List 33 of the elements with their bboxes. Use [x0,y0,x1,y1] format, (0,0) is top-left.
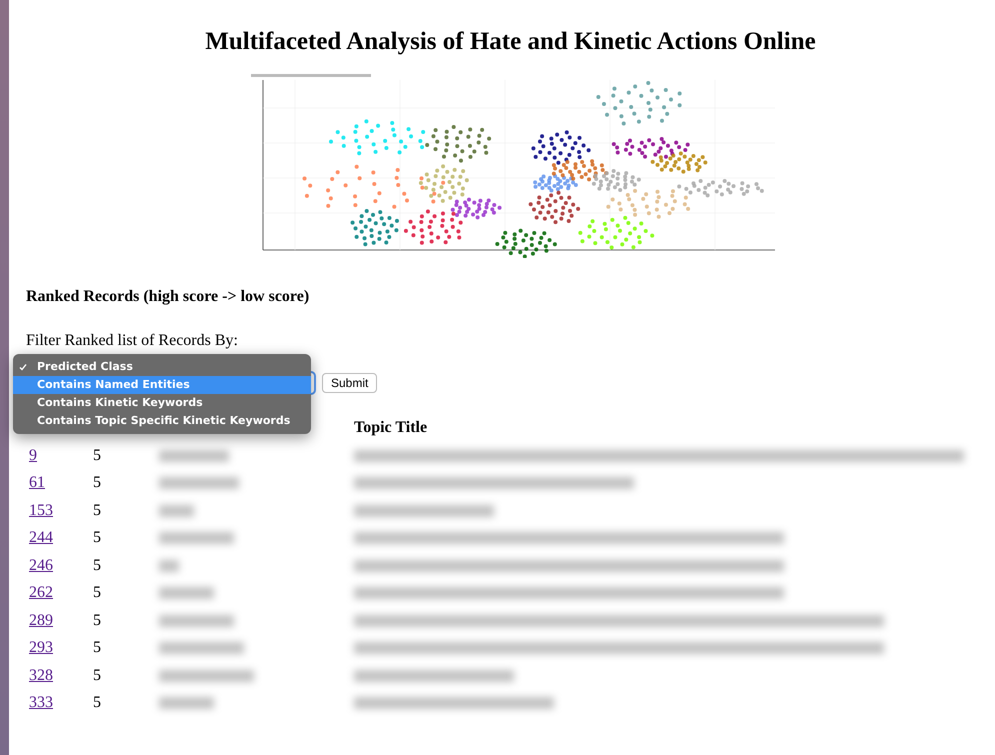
record-link[interactable]: 333 [29,694,53,712]
score-cell: 5 [93,612,101,629]
record-link[interactable]: 246 [29,556,53,574]
score-cell: 5 [93,584,101,602]
score-cell: 5 [93,666,101,684]
redacted-user [159,560,179,572]
filter-label: Filter Ranked list of Records By: [26,332,239,350]
record-link[interactable]: 9 [29,446,37,464]
page-title: Multifaceted Analysis of Hate and Kinetic Actions Online [204,28,817,56]
record-link[interactable]: 153 [29,502,53,519]
menu-option[interactable]: Predicted Class [13,358,311,376]
redacted-user [159,587,214,600]
score-cell: 5 [93,694,101,712]
score-cell: 5 [93,502,101,519]
record-link[interactable]: 293 [29,639,53,656]
section-heading: Ranked Records (high score -> low score) [26,288,310,306]
record-link[interactable]: 61 [29,474,45,492]
score-cell: 5 [93,556,101,574]
score-cell: 5 [93,474,101,492]
record-link[interactable]: 262 [29,584,53,602]
column-header: Topic Title [354,418,428,438]
score-cell: 5 [93,446,101,464]
menu-option[interactable]: Contains Topic Specific Kinetic Keywords [13,412,311,430]
record-link[interactable]: 289 [29,612,53,629]
redacted-user [159,450,229,462]
record-link[interactable]: 328 [29,666,53,684]
record-link[interactable]: 244 [29,529,53,546]
redacted-user [159,504,194,517]
redacted-user [159,697,214,710]
menu-option[interactable]: Contains Kinetic Keywords [13,394,311,412]
score-cell: 5 [93,529,101,546]
score-cell: 5 [93,639,101,656]
submit-button[interactable]: Submit [322,373,378,393]
